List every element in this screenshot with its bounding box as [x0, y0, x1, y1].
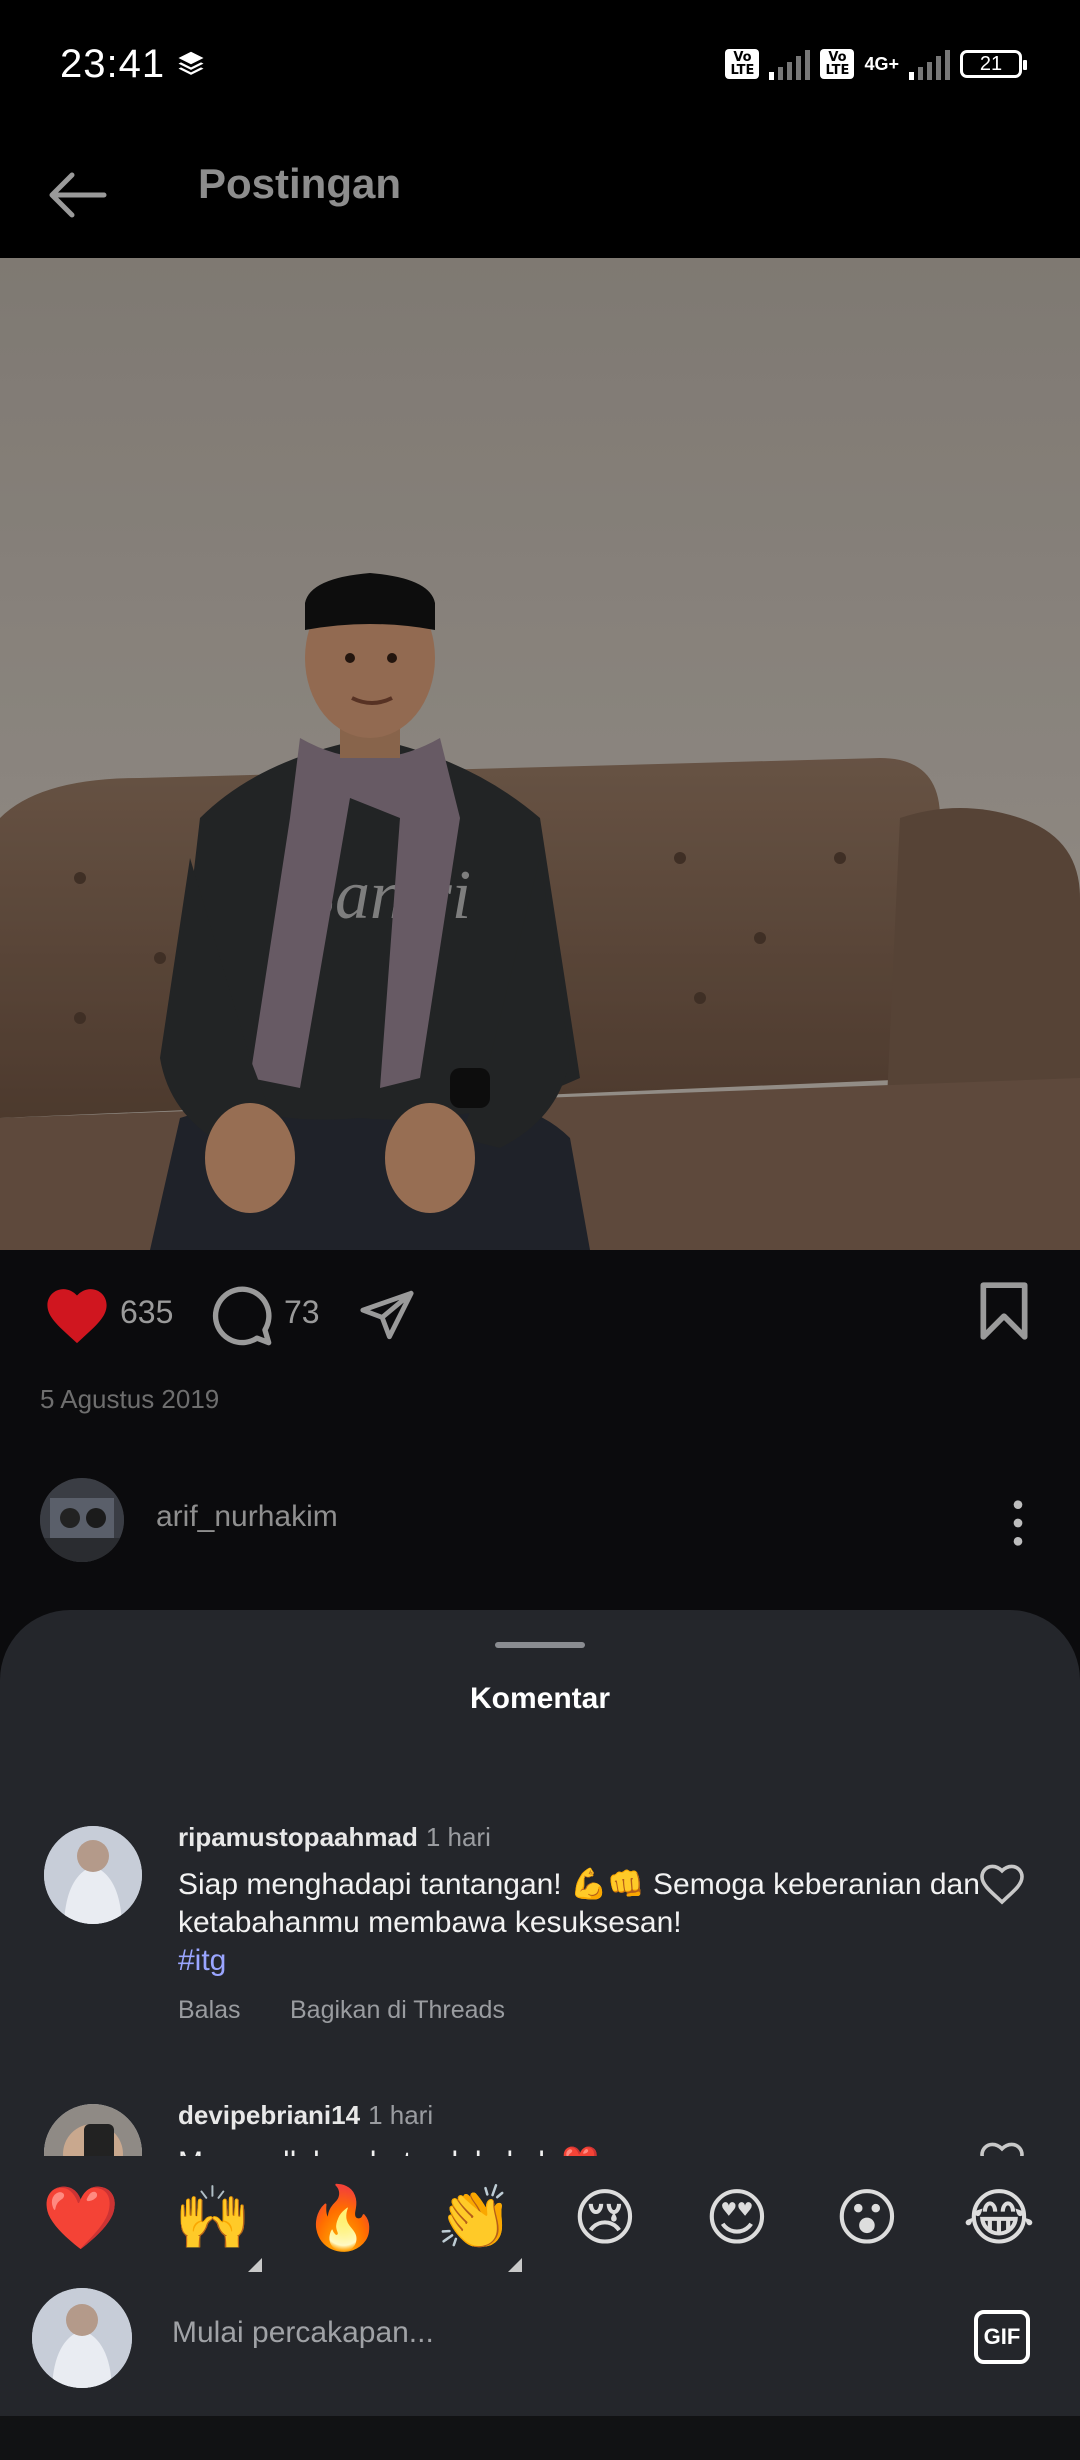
author-avatar[interactable] — [40, 1478, 124, 1562]
sheet-title: Komentar — [469, 1682, 611, 1715]
heart-filled-icon[interactable] — [42, 1284, 112, 1346]
comment-hashtag[interactable]: #itg — [178, 1944, 226, 1977]
comment-username[interactable]: ripamustopaahmad — [178, 1822, 418, 1852]
volte-badge-2: Vo LTE — [820, 49, 855, 79]
skin-tone-caret-icon — [248, 2258, 262, 2272]
comment-time: 1 hari — [425, 1822, 491, 1852]
emoji-clapping-hands[interactable]: 👏 — [430, 2184, 520, 2254]
emoji-raised-hands[interactable]: 🙌 — [168, 2184, 258, 2254]
gif-button[interactable]: GIF — [974, 2310, 1030, 2364]
signal-icon-2 — [909, 48, 950, 80]
status-time: 23:41 — [60, 42, 166, 86]
comment-header: ripamustopaahmad 1 hari — [178, 1822, 491, 1853]
author-username[interactable]: arif_nurhakim — [156, 1500, 338, 1534]
emoji-heart-eyes[interactable]: 😍 — [692, 2184, 782, 2254]
top-app-bar: Postingan — [0, 130, 1080, 258]
page-title: Postingan — [198, 160, 402, 207]
comment-header-2: devipebriani14 1 hari — [178, 2100, 433, 2131]
volte-badge: Vo LTE — [725, 49, 760, 79]
comment-time-2: 1 hari — [368, 2100, 434, 2130]
emoji-fire[interactable]: 🔥 — [298, 2184, 388, 2254]
share-icon[interactable] — [356, 1286, 418, 1344]
comment-text: Siap menghadapi tantangan! 💪👊 Semoga keb… — [178, 1866, 998, 1980]
back-arrow-icon[interactable] — [44, 170, 108, 220]
comment-input[interactable]: Mulai percakapan... — [172, 2316, 434, 2350]
battery-level: 21 — [979, 52, 1003, 75]
commenter-avatar[interactable] — [44, 1826, 142, 1924]
status-bar: 23:41 Vo LTE Vo LTE 4G+ 21 — [0, 0, 1080, 130]
layers-icon — [178, 51, 204, 75]
post-photo[interactable]: Santri — [0, 258, 1080, 1250]
composer-panel: ❤️ 🙌 🔥 👏 😢 😍 😮 😂 Mulai percakapan... GIF — [0, 2156, 1080, 2460]
system-nav-bar — [0, 2416, 1080, 2460]
post-photo-illustration: Santri — [0, 258, 1080, 1250]
signal-icon — [769, 48, 811, 80]
comment-username-2[interactable]: devipebriani14 — [178, 2100, 360, 2130]
emoji-heart[interactable]: ❤️ — [36, 2184, 126, 2254]
network-type: 4G+ — [864, 54, 899, 74]
emoji-crying-face[interactable]: 😢 — [560, 2184, 650, 2254]
emoji-laughing-face[interactable]: 😂 — [954, 2184, 1044, 2254]
post-date: 5 Agustus 2019 — [40, 1384, 220, 1414]
comment-like-icon[interactable] — [978, 1862, 1026, 1906]
like-count[interactable]: 635 — [120, 1294, 173, 1331]
drag-handle[interactable] — [495, 1642, 585, 1648]
post-actions: 635 73 5 Agustus 2019 arif_nurhakim — [0, 1250, 1080, 1590]
comment-icon[interactable] — [210, 1284, 274, 1348]
emoji-surprised-face[interactable]: 😮 — [822, 2184, 912, 2254]
reply-button[interactable]: Balas — [178, 1996, 241, 2025]
comment-count[interactable]: 73 — [284, 1294, 320, 1331]
comment-body: Siap menghadapi tantangan! 💪👊 Semoga keb… — [178, 1868, 980, 1939]
share-to-threads-button[interactable]: Bagikan di Threads — [290, 1996, 505, 2025]
status-indicators: Vo LTE Vo LTE 4G+ 21 — [725, 44, 1027, 84]
battery-icon: 21 — [960, 50, 1027, 78]
more-vertical-icon[interactable] — [1006, 1498, 1030, 1548]
emoji-bar: ❤️ 🙌 🔥 👏 😢 😍 😮 😂 — [0, 2156, 1080, 2296]
skin-tone-caret-icon-2 — [508, 2258, 522, 2272]
bookmark-icon[interactable] — [976, 1280, 1032, 1342]
my-avatar — [32, 2288, 132, 2388]
